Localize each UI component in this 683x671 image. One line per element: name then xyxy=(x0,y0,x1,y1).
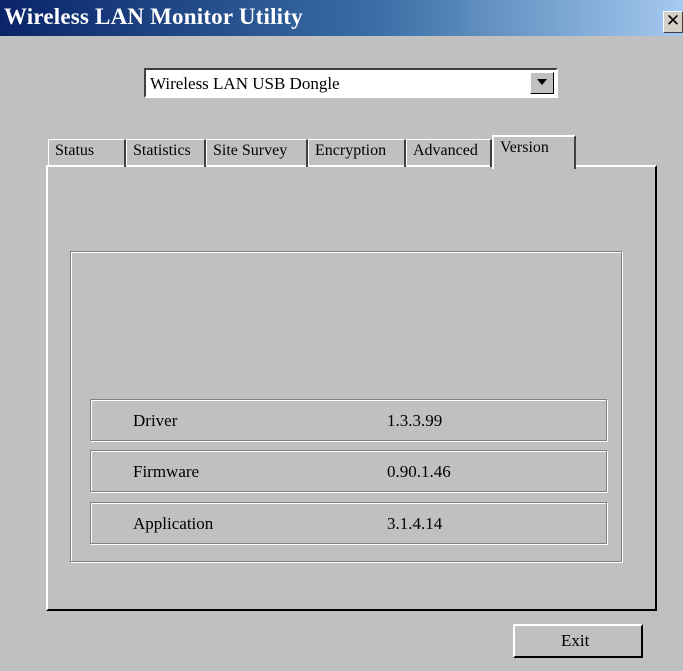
exit-button[interactable]: Exit xyxy=(513,624,643,658)
application-label: Application xyxy=(133,514,214,533)
device-select[interactable]: Wireless LAN USB Dongle xyxy=(144,68,558,98)
firmware-version-value: 0.90.1.46 xyxy=(387,462,451,481)
tab-advanced[interactable]: Advanced xyxy=(406,139,492,167)
utility-window: Wireless LAN Monitor Utility ✕ Wireless … xyxy=(0,0,683,671)
device-select-value: Wireless LAN USB Dongle xyxy=(150,74,340,93)
tab-label: Site Survey xyxy=(213,142,288,159)
tab-status[interactable]: Status xyxy=(48,139,126,167)
driver-version-value: 1.3.3.99 xyxy=(387,411,443,430)
tab-label: Version xyxy=(500,139,549,156)
tab-label: Statistics xyxy=(133,142,191,159)
firmware-label: Firmware xyxy=(133,462,200,481)
close-icon: ✕ xyxy=(665,11,681,31)
window-title: Wireless LAN Monitor Utility xyxy=(4,4,303,29)
firmware-version-row: Firmware 0.90.1.46 xyxy=(90,450,607,492)
application-version-value: 3.1.4.14 xyxy=(387,514,443,533)
application-version-row: Application 3.1.4.14 xyxy=(90,502,607,544)
tab-label: Status xyxy=(55,142,95,159)
tab-version[interactable]: Version xyxy=(492,135,576,169)
dropdown-arrow-button[interactable] xyxy=(530,72,554,94)
title-bar[interactable]: Wireless LAN Monitor Utility ✕ xyxy=(0,0,683,36)
tab-encryption[interactable]: Encryption xyxy=(308,139,406,167)
driver-version-row: Driver 1.3.3.99 xyxy=(90,399,607,441)
dropdown-arrow-icon xyxy=(537,79,547,85)
tab-site-survey[interactable]: Site Survey xyxy=(206,139,308,167)
exit-button-label: Exit xyxy=(561,631,590,650)
driver-label: Driver xyxy=(133,411,178,430)
tab-label: Encryption xyxy=(315,142,387,159)
tab-statistics[interactable]: Statistics xyxy=(126,139,206,167)
close-button[interactable]: ✕ xyxy=(663,11,683,33)
tab-label: Advanced xyxy=(413,142,478,159)
